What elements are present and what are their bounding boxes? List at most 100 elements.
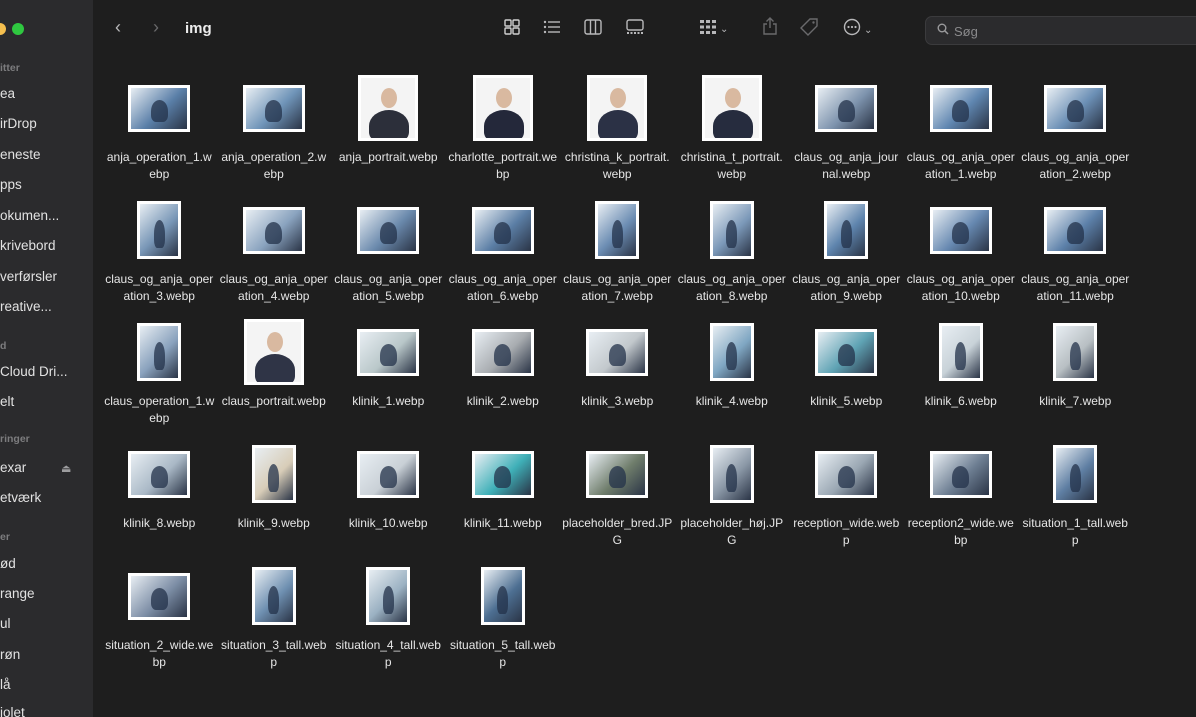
file-thumbnail[interactable]	[1044, 206, 1107, 254]
file-thumbnail[interactable]	[471, 206, 534, 254]
file-item[interactable]: placeholder_bred.JPG	[560, 432, 675, 554]
file-item[interactable]: claus_og_anja_operation_3.webp	[102, 188, 217, 310]
file-thumbnail[interactable]	[480, 567, 525, 625]
file-thumbnail[interactable]	[709, 323, 754, 381]
file-thumbnail[interactable]	[1053, 323, 1098, 381]
file-thumbnail[interactable]	[128, 450, 191, 498]
sidebar-item[interactable]: okumen...	[0, 208, 93, 223]
sidebar-item[interactable]: exar	[0, 460, 93, 475]
file-item[interactable]: klinik_8.webp	[102, 432, 217, 554]
file-item[interactable]: charlotte_portrait.webp	[446, 66, 561, 188]
file-item[interactable]: anja_portrait.webp	[331, 66, 446, 188]
more-actions-icon[interactable]: ⌄	[843, 18, 872, 39]
sidebar-item[interactable]: verførsler	[0, 269, 93, 284]
file-item[interactable]: claus_og_anja_operation_2.webp	[1018, 66, 1133, 188]
sidebar-item[interactable]: ul	[0, 616, 93, 631]
gallery-view-icon[interactable]	[625, 19, 645, 38]
file-thumbnail[interactable]	[815, 328, 878, 376]
sidebar-item[interactable]: iolet	[0, 705, 93, 717]
group-by-icon[interactable]: ⌄	[699, 19, 728, 38]
tag-icon[interactable]	[800, 18, 818, 39]
file-item[interactable]: klinik_5.webp	[789, 310, 904, 432]
search-input[interactable]	[952, 21, 1196, 42]
file-thumbnail[interactable]	[128, 84, 191, 132]
file-thumbnail[interactable]	[242, 84, 305, 132]
file-thumbnail[interactable]	[929, 84, 992, 132]
file-thumbnail[interactable]	[586, 328, 649, 376]
back-icon[interactable]: ‹	[115, 18, 121, 36]
sidebar-item[interactable]: irDrop	[0, 116, 93, 131]
file-thumbnail[interactable]	[137, 201, 182, 259]
sidebar-item[interactable]: Cloud Dri...	[0, 364, 93, 379]
file-thumbnail[interactable]	[587, 75, 648, 141]
file-thumbnail[interactable]	[358, 75, 419, 141]
file-item[interactable]: claus_og_anja_operation_11.webp	[1018, 188, 1133, 310]
sidebar-item[interactable]: reative...	[0, 299, 93, 314]
share-icon[interactable]	[763, 17, 777, 38]
file-thumbnail[interactable]	[709, 201, 754, 259]
file-item[interactable]: klinik_9.webp	[217, 432, 332, 554]
file-thumbnail[interactable]	[929, 206, 992, 254]
file-item[interactable]: anja_operation_1.webp	[102, 66, 217, 188]
file-item[interactable]: placeholder_høj.JPG	[675, 432, 790, 554]
file-item[interactable]: claus_portrait.webp	[217, 310, 332, 432]
zoom-button[interactable]	[12, 23, 24, 35]
sidebar-item[interactable]: ea	[0, 86, 93, 101]
file-thumbnail[interactable]	[137, 323, 182, 381]
file-item[interactable]: klinik_7.webp	[1018, 310, 1133, 432]
file-item[interactable]: klinik_10.webp	[331, 432, 446, 554]
list-view-icon[interactable]	[543, 19, 561, 38]
file-item[interactable]: claus_og_anja_operation_6.webp	[446, 188, 561, 310]
file-item[interactable]: claus_og_anja_operation_4.webp	[217, 188, 332, 310]
file-thumbnail[interactable]	[824, 201, 869, 259]
file-item[interactable]: klinik_4.webp	[675, 310, 790, 432]
file-thumbnail[interactable]	[586, 450, 649, 498]
sidebar-item[interactable]: pps	[0, 177, 93, 192]
file-thumbnail[interactable]	[701, 75, 762, 141]
file-thumbnail[interactable]	[595, 201, 640, 259]
file-thumbnail[interactable]	[471, 450, 534, 498]
file-thumbnail[interactable]	[128, 572, 191, 620]
icon-view-icon[interactable]	[504, 19, 520, 39]
file-thumbnail[interactable]	[366, 567, 411, 625]
file-item[interactable]: claus_og_anja_operation_5.webp	[331, 188, 446, 310]
file-thumbnail[interactable]	[1053, 445, 1098, 503]
sidebar-item[interactable]: krivebord	[0, 238, 93, 253]
file-item[interactable]: claus_og_anja_operation_8.webp	[675, 188, 790, 310]
file-item[interactable]: situation_2_wide.webp	[102, 554, 217, 676]
file-thumbnail[interactable]	[357, 450, 420, 498]
file-thumbnail[interactable]	[929, 450, 992, 498]
file-item[interactable]: reception_wide.webp	[789, 432, 904, 554]
sidebar-item[interactable]: røn	[0, 647, 93, 662]
file-item[interactable]: anja_operation_2.webp	[217, 66, 332, 188]
search-field[interactable]	[925, 16, 1196, 45]
sidebar-item[interactable]: etværk	[0, 490, 93, 505]
sidebar-item[interactable]: range	[0, 586, 93, 601]
file-item[interactable]: klinik_1.webp	[331, 310, 446, 432]
file-thumbnail[interactable]	[251, 567, 296, 625]
file-item[interactable]: situation_5_tall.webp	[446, 554, 561, 676]
file-item[interactable]: situation_3_tall.webp	[217, 554, 332, 676]
file-thumbnail[interactable]	[242, 206, 305, 254]
eject-icon[interactable]: ⏏	[61, 462, 71, 475]
file-thumbnail[interactable]	[357, 328, 420, 376]
file-thumbnail[interactable]	[815, 450, 878, 498]
minimize-button[interactable]	[0, 23, 6, 35]
file-item[interactable]: claus_og_anja_journal.webp	[789, 66, 904, 188]
file-item[interactable]: klinik_11.webp	[446, 432, 561, 554]
sidebar-item[interactable]: lå	[0, 677, 93, 692]
file-thumbnail[interactable]	[471, 328, 534, 376]
file-thumbnail[interactable]	[938, 323, 983, 381]
file-item[interactable]: klinik_6.webp	[904, 310, 1019, 432]
file-item[interactable]: claus_operation_1.webp	[102, 310, 217, 432]
file-thumbnail[interactable]	[243, 319, 304, 385]
file-thumbnail[interactable]	[1044, 84, 1107, 132]
file-item[interactable]: christina_t_portrait.webp	[675, 66, 790, 188]
file-item[interactable]: klinik_3.webp	[560, 310, 675, 432]
file-item[interactable]: situation_1_tall.webp	[1018, 432, 1133, 554]
file-item[interactable]: claus_og_anja_operation_9.webp	[789, 188, 904, 310]
file-thumbnail[interactable]	[472, 75, 533, 141]
file-item[interactable]: claus_og_anja_operation_10.webp	[904, 188, 1019, 310]
file-thumbnail[interactable]	[357, 206, 420, 254]
sidebar-item[interactable]: ød	[0, 556, 93, 571]
